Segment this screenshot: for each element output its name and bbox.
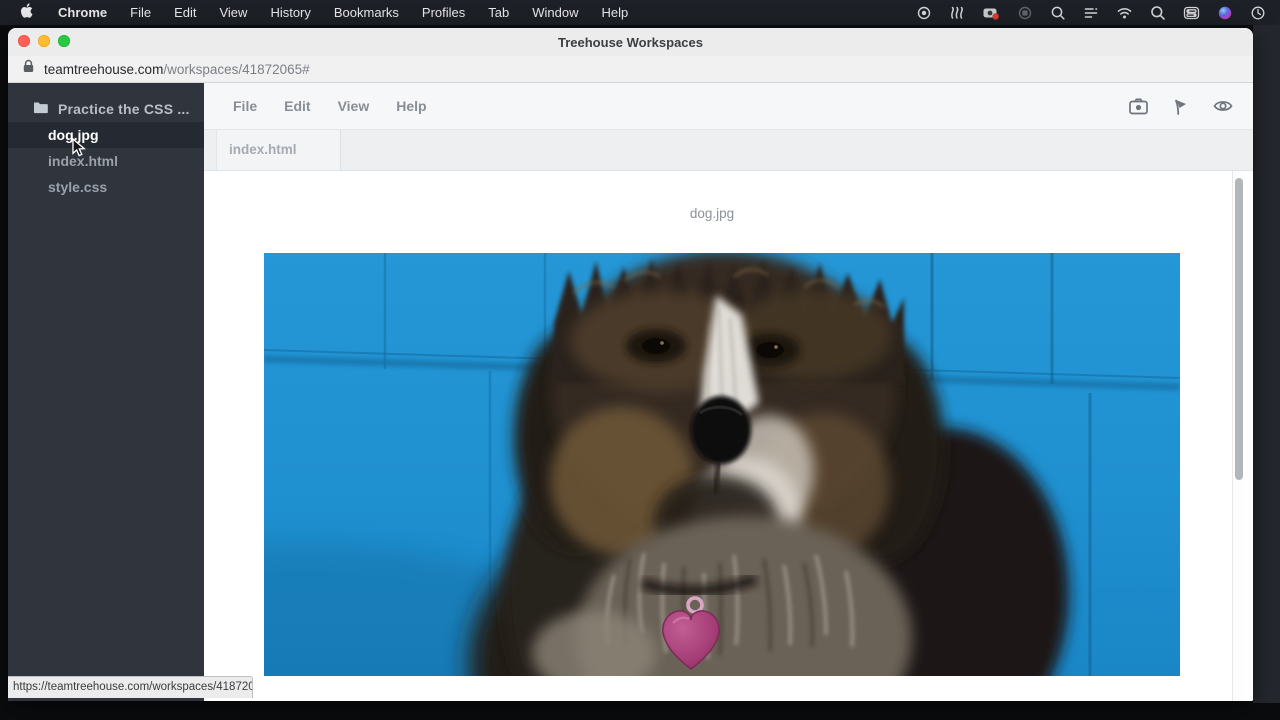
dog-photo (264, 253, 1180, 676)
dimmed-app-icon[interactable] (1017, 5, 1033, 21)
workspace-toolbar: File Edit View Help (204, 83, 1253, 130)
scrollbar-thumb[interactable] (1235, 178, 1243, 480)
wifi-icon[interactable] (1116, 5, 1133, 21)
url-bar[interactable]: teamtreehouse.com/workspaces/41872065# (8, 56, 1253, 83)
workspace-menu-file[interactable]: File (233, 98, 257, 114)
file-sidebar: Practice the CSS ... dog.jpg index.html … (8, 83, 204, 701)
menubar-item-edit[interactable]: Edit (174, 5, 196, 20)
menubar-item-tab[interactable]: Tab (488, 5, 509, 20)
preview-caption: dog.jpg (204, 206, 1220, 221)
minimize-window-button[interactable] (38, 35, 50, 47)
preview-eye-icon[interactable] (1212, 97, 1234, 115)
snapshot-camera-icon[interactable] (1128, 97, 1149, 116)
loupe-icon[interactable] (1050, 5, 1066, 21)
mouse-cursor (71, 138, 87, 163)
workspace-menu-view[interactable]: View (338, 98, 370, 114)
preview-pane: dog.jpg (204, 171, 1253, 701)
workspace-panel: File Edit View Help index.html (204, 83, 1253, 701)
link-status-tooltip: https://teamtreehouse.com/workspaces/418… (8, 676, 253, 698)
menubar-item-view[interactable]: View (219, 5, 247, 20)
macos-menubar: Chrome File Edit View History Bookmarks … (0, 0, 1280, 25)
now-playing-icon[interactable] (1083, 5, 1099, 21)
camera-recording-icon[interactable] (982, 5, 1000, 21)
sidebar-file-style-css[interactable]: style.css (8, 174, 204, 200)
url-text[interactable]: teamtreehouse.com/workspaces/41872065# (44, 62, 310, 77)
sidebar-file-dog-jpg[interactable]: dog.jpg (8, 122, 204, 148)
menubar-item-bookmarks[interactable]: Bookmarks (334, 5, 399, 20)
menubar-item-help[interactable]: Help (602, 5, 629, 20)
tab-index-html[interactable]: index.html (216, 130, 341, 170)
sidebar-file-index-html[interactable]: index.html (8, 148, 204, 174)
project-folder-row[interactable]: Practice the CSS ... (8, 96, 204, 122)
menubar-item-chrome[interactable]: Chrome (58, 5, 107, 20)
window-title: Treehouse Workspaces (8, 35, 1253, 50)
screen-record-icon[interactable] (916, 5, 932, 21)
siri-icon[interactable] (1217, 5, 1233, 21)
close-window-button[interactable] (18, 35, 30, 47)
folder-icon (33, 101, 48, 117)
lock-icon[interactable] (22, 59, 35, 79)
menubar-item-history[interactable]: History (270, 5, 310, 20)
control-center-icon[interactable] (1183, 5, 1200, 21)
workspace-menu-help[interactable]: Help (396, 98, 426, 114)
menubar-item-file[interactable]: File (130, 5, 151, 20)
clock-icon[interactable] (1250, 5, 1266, 21)
browser-titlebar[interactable]: Treehouse Workspaces (8, 28, 1253, 56)
zoom-window-button[interactable] (58, 35, 70, 47)
fork-flag-icon[interactable] (1171, 97, 1190, 116)
project-name: Practice the CSS ... (58, 101, 190, 117)
preview-scrollbar[interactable] (1232, 171, 1244, 701)
audio-waves-icon[interactable] (949, 5, 965, 21)
url-domain: teamtreehouse.com (44, 62, 163, 77)
desktop-background (1253, 25, 1280, 703)
editor-tabbar: index.html (204, 130, 1253, 171)
url-path: /workspaces/41872065# (163, 62, 309, 77)
apple-icon[interactable] (20, 3, 35, 22)
browser-window: Treehouse Workspaces teamtreehouse.com/w… (8, 28, 1253, 701)
workspace-menu-edit[interactable]: Edit (284, 98, 310, 114)
spotlight-icon[interactable] (1150, 5, 1166, 21)
menubar-item-window[interactable]: Window (532, 5, 578, 20)
menubar-item-profiles[interactable]: Profiles (422, 5, 465, 20)
